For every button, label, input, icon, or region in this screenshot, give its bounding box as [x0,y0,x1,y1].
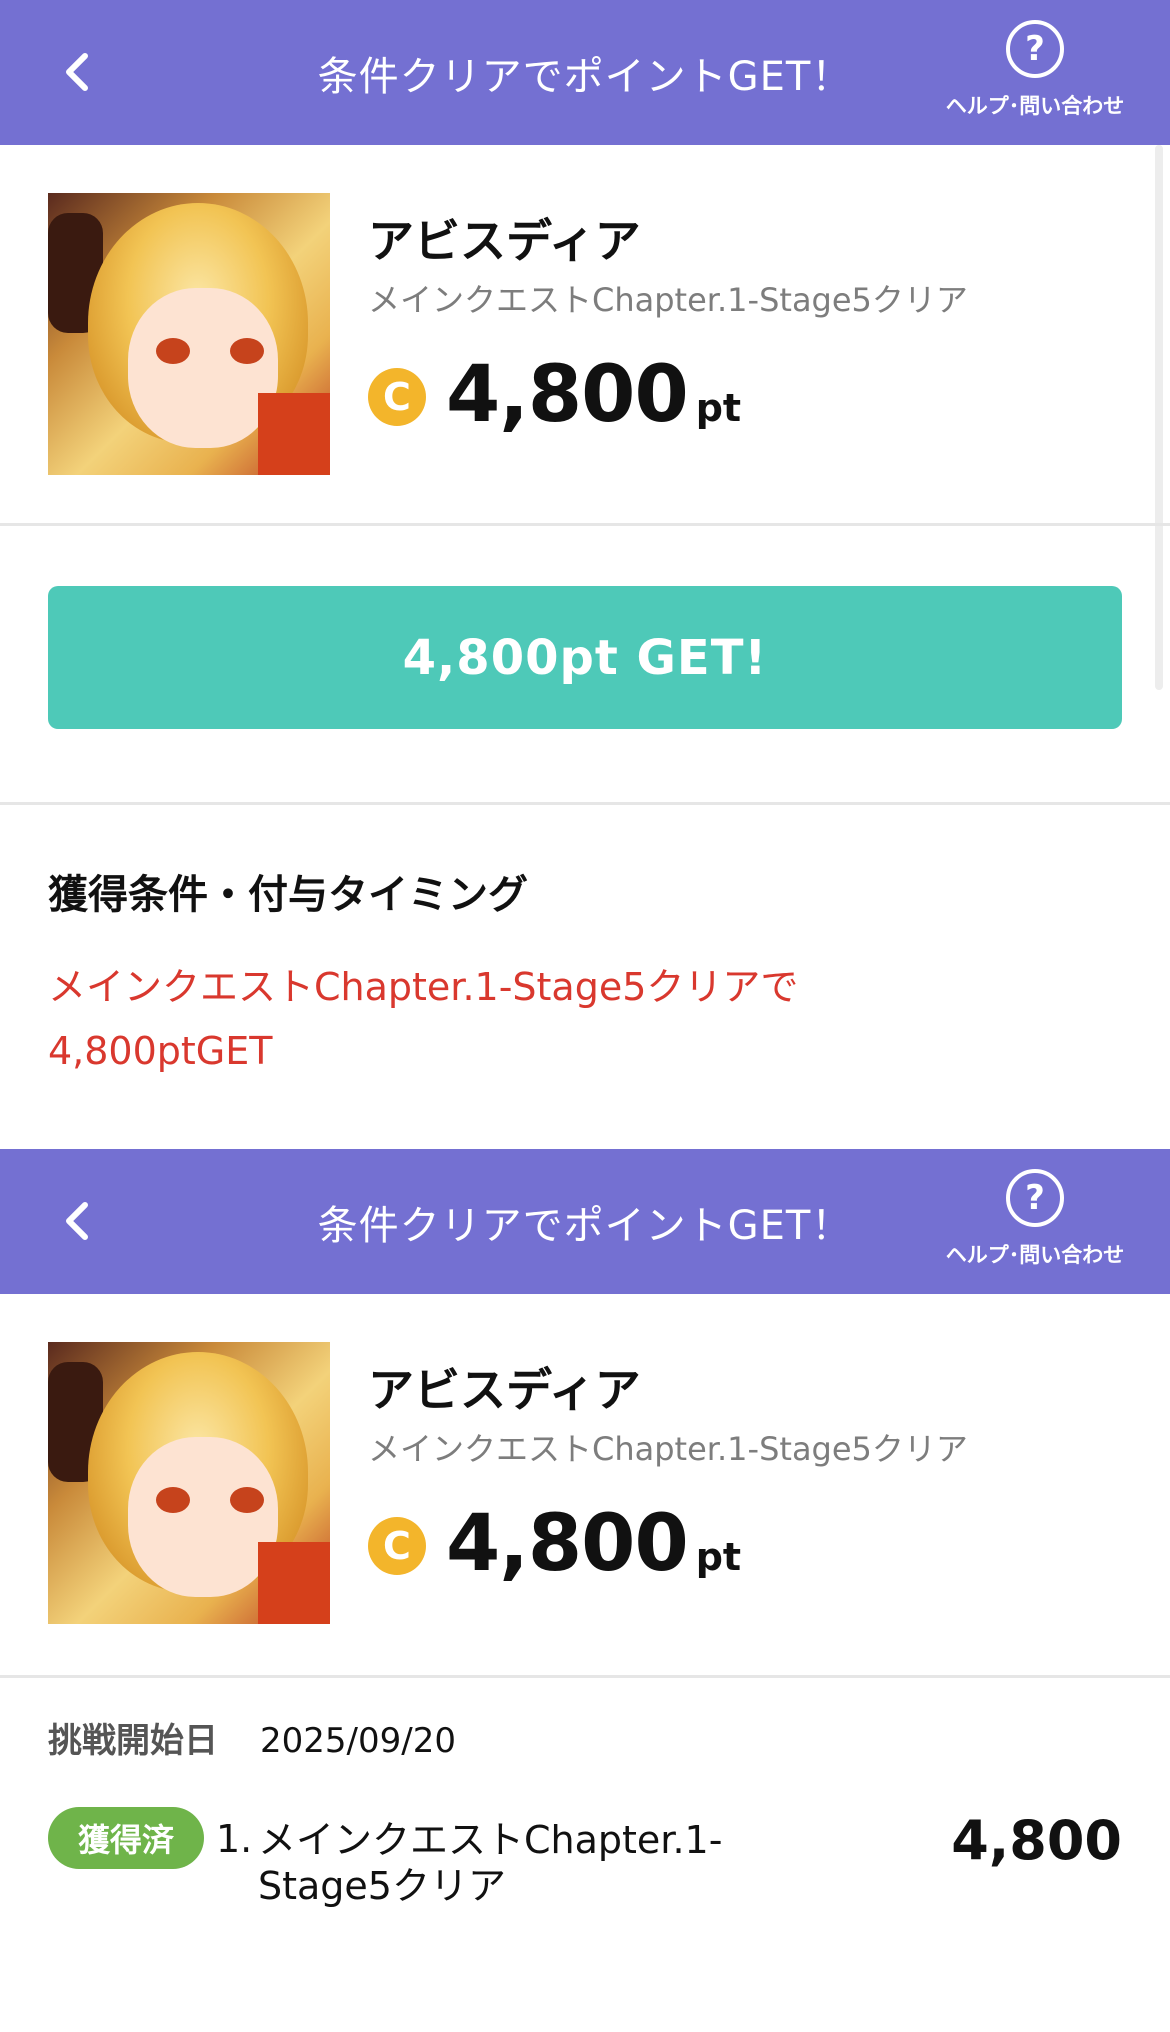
coin-icon: C [368,1517,426,1575]
app-name: アビスディア [368,214,641,268]
points-display: 4,800 pt [446,350,741,440]
offer-condition: メインクエストChapter.1-Stage5クリア [368,1430,968,1468]
divider [0,802,1170,805]
coin-icon: C [368,368,426,426]
help-icon: ? [1006,1169,1064,1227]
step-points: 4,800 [951,1809,1122,1872]
points-unit: pt [695,386,742,430]
list-item: 獲得済 1. メインクエストChapter.1-Stage5クリア 4,800 [48,1805,1122,1925]
offer-card: アビスディア メインクエストChapter.1-Stage5クリア C 4,80… [0,145,1152,525]
step-number: 1. [216,1817,253,1861]
help-icon: ? [1006,20,1064,78]
help-label: ヘルプ･問い合わせ [945,94,1125,118]
points-display: 4,800 pt [446,1499,741,1589]
help-label: ヘルプ･問い合わせ [945,1243,1125,1267]
section-title: 獲得条件・付与タイミング [48,872,528,918]
step-condition: メインクエストChapter.1-Stage5クリア [258,1818,723,1908]
condition-text: メインクエストChapter.1-Stage5クリアで4,800ptGET [48,965,799,1073]
help-button[interactable]: ? ヘルプ･問い合わせ [930,20,1140,130]
points-value: 4,800 [446,1499,689,1589]
divider [0,1675,1170,1678]
header: 条件クリアでポイントGET！ ? ヘルプ･問い合わせ [0,1149,1170,1294]
challenge-start-row: 挑戦開始日 2025/09/20 [48,1713,456,1762]
app-name: アビスディア [368,1363,641,1417]
start-date-value: 2025/09/20 [260,1721,456,1761]
app-thumbnail [48,1342,330,1624]
app-thumbnail [48,193,330,475]
offer-condition: メインクエストChapter.1-Stage5クリア [368,281,968,319]
divider [0,523,1170,526]
help-button[interactable]: ? ヘルプ･問い合わせ [930,1169,1140,1279]
offer-card: アビスディア メインクエストChapter.1-Stage5クリア C 4,80… [0,1294,1152,1674]
points-unit: pt [695,1535,742,1579]
get-points-button[interactable]: 4,800pt GET! [48,586,1122,729]
scrollbar[interactable] [1155,145,1163,690]
points-value: 4,800 [446,350,689,440]
header: 条件クリアでポイントGET！ ? ヘルプ･問い合わせ [0,0,1170,145]
start-date-label: 挑戦開始日 [48,1721,218,1761]
status-badge: 獲得済 [48,1807,204,1869]
